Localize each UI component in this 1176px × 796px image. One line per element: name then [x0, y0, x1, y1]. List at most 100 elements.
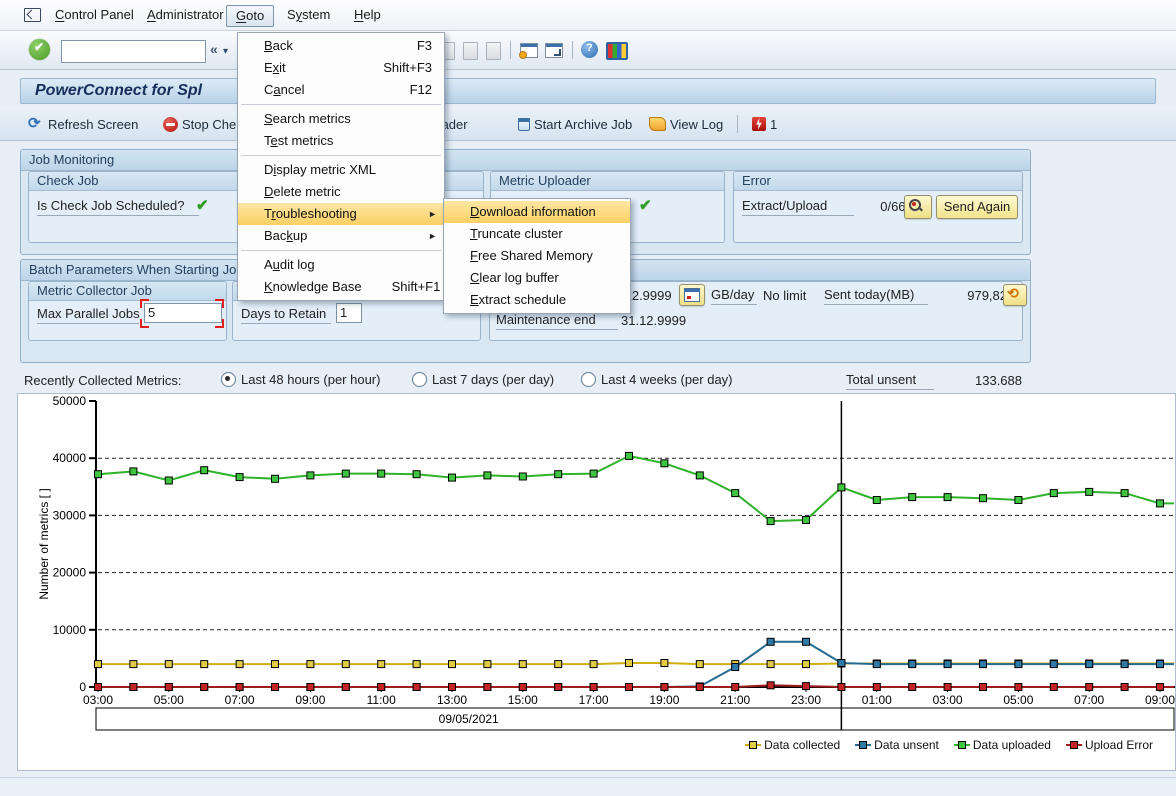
chevron-down-icon[interactable]: ▾: [223, 46, 228, 57]
legend-item-upload-error: Upload Error: [1066, 738, 1153, 752]
menu-separator: [241, 250, 441, 251]
svg-text:03:00: 03:00: [83, 693, 113, 707]
submenu-arrow-icon: ►: [428, 203, 437, 225]
shortcut-text: F12: [380, 79, 432, 101]
submenu-item-clear-log-buffer[interactable]: Clear log buffer: [444, 267, 630, 289]
focus-corner: [140, 319, 149, 328]
create-shortcut-icon[interactable]: [545, 43, 563, 58]
layout-monitor-icon[interactable]: [606, 42, 628, 60]
system-menu-icon[interactable]: [24, 8, 41, 22]
troubleshooting-submenu: Download informationTruncate clusterFree…: [443, 198, 631, 314]
gb-per-day-label: GB/day: [711, 287, 757, 305]
new-session-icon[interactable]: [520, 43, 538, 58]
legend-item-data-unsent: Data unsent: [855, 738, 939, 752]
menu-item-search-metrics[interactable]: Search metrics: [238, 108, 444, 130]
legend-item-data-collected: Data collected: [745, 738, 840, 752]
menubar-item-goto[interactable]: Goto: [226, 5, 274, 27]
job-monitoring-title: Job Monitoring: [21, 150, 1030, 171]
maintenance-end-label: Maintenance end: [496, 312, 618, 330]
command-field[interactable]: ▾: [61, 40, 206, 63]
view-log-button[interactable]: View Log: [649, 114, 723, 134]
orange-loop-icon: ⟲: [1007, 285, 1019, 302]
send-again-button[interactable]: Send Again: [936, 195, 1018, 219]
red-lightning-flag-icon: [752, 117, 766, 131]
resend-button[interactable]: ⟲: [1003, 284, 1027, 306]
submenu-item-extract-schedule[interactable]: Extract schedule: [444, 289, 630, 311]
start-archive-job-button[interactable]: Start Archive Job: [518, 114, 632, 134]
menu-item-back[interactable]: BackF3: [238, 35, 444, 57]
collapse-toolbar-icon[interactable]: «: [210, 41, 218, 57]
menu-item-cancel[interactable]: CancelF12: [238, 79, 444, 101]
refresh-screen-button[interactable]: ⟳ Refresh Screen: [28, 114, 138, 134]
svg-text:50000: 50000: [53, 394, 87, 408]
submenu-item-free-shared-memory[interactable]: Free Shared Memory: [444, 245, 630, 267]
svg-text:07:00: 07:00: [225, 693, 255, 707]
menu-item-display-metric-xml[interactable]: Display metric XML: [238, 159, 444, 181]
stop-icon: [163, 117, 178, 132]
menubar-item-control-panel[interactable]: Control Panel: [46, 5, 143, 25]
toolbar-separator: [510, 41, 511, 59]
menu-item-delete-metric[interactable]: Delete metric: [238, 181, 444, 203]
help-icon[interactable]: [581, 41, 598, 58]
stop-check-button[interactable]: Stop Che: [163, 114, 236, 134]
total-unsent-label: Total unsent: [846, 372, 934, 390]
days-to-retain-label: Days to Retain: [241, 306, 331, 324]
menu-item-test-metrics[interactable]: Test metrics: [238, 130, 444, 152]
radio-last-48-hours-per-hour[interactable]: Last 48 hours (per hour): [221, 372, 380, 387]
magnifier-icon: [909, 199, 921, 211]
svg-text:21:00: 21:00: [720, 693, 750, 707]
error-detail-button[interactable]: [904, 195, 932, 219]
calendar-button[interactable]: [679, 284, 705, 306]
metric-collector-job-title: Metric Collector Job: [29, 282, 226, 301]
max-parallel-jobs-input[interactable]: 5: [144, 303, 222, 323]
radio-last-4-weeks-per-day[interactable]: Last 4 weeks (per day): [581, 372, 733, 387]
menu-item-audit-log[interactable]: Audit log: [238, 254, 444, 276]
command-input[interactable]: [62, 43, 223, 60]
svg-text:09:00: 09:00: [295, 693, 325, 707]
sap-window: Control PanelAdministratorGotoSystem Help…: [0, 0, 1176, 796]
svg-text:05:00: 05:00: [1003, 693, 1033, 707]
extract-upload-label: Extract/Upload: [742, 198, 854, 216]
svg-text:19:00: 19:00: [649, 693, 679, 707]
menu-separator: [241, 155, 441, 156]
days-to-retain-input[interactable]: 1: [336, 303, 362, 323]
focus-corner: [215, 319, 224, 328]
maintenance-end-value: 31.12.9999: [621, 313, 686, 328]
menu-item-knowledge-base[interactable]: Knowledge BaseShift+F1: [238, 276, 444, 298]
enter-check-icon[interactable]: [29, 39, 50, 60]
legend-marker-icon: [1066, 741, 1082, 750]
menu-item-troubleshooting[interactable]: Troubleshooting►: [238, 203, 444, 225]
sent-today-value: 979,82: [961, 288, 1007, 303]
menu-item-backup[interactable]: Backup►: [238, 225, 444, 247]
max-parallel-jobs-label: Max Parallel Jobs: [37, 306, 139, 324]
svg-text:40000: 40000: [53, 451, 87, 465]
recently-collected-label: Recently Collected Metrics:: [24, 373, 182, 388]
error-flag[interactable]: 1: [752, 114, 777, 134]
radio-icon[interactable]: [412, 372, 427, 387]
shortcut-text: F3: [387, 35, 432, 57]
focus-corner: [215, 299, 224, 308]
menubar-item-administrator[interactable]: Administrator: [138, 5, 233, 25]
submenu-item-download-information[interactable]: Download information: [444, 201, 630, 223]
page-bottom-icon[interactable]: [486, 42, 501, 60]
svg-text:03:00: 03:00: [933, 693, 963, 707]
metrics-selector-bar: Recently Collected Metrics: Last 48 hour…: [0, 370, 1176, 392]
shortcut-text: Shift+F1: [362, 276, 441, 298]
gb-per-day-value: No limit: [763, 288, 806, 303]
total-unsent-value: 133.688: [975, 373, 1022, 388]
submenu-arrow-icon: ►: [428, 225, 437, 247]
svg-text:10000: 10000: [53, 623, 87, 637]
menubar-item-system[interactable]: System: [278, 5, 339, 25]
legend-marker-icon: [745, 741, 761, 750]
trash-icon: [518, 118, 530, 131]
radio-icon[interactable]: [221, 372, 236, 387]
submenu-item-truncate-cluster[interactable]: Truncate cluster: [444, 223, 630, 245]
page-title: PowerConnect for Spl: [35, 82, 202, 100]
radio-last-7-days-per-day[interactable]: Last 7 days (per day): [412, 372, 554, 387]
green-check-icon: ✔: [639, 196, 652, 214]
menu-item-exit[interactable]: ExitShift+F3: [238, 57, 444, 79]
menubar-item-help[interactable]: Help: [345, 5, 390, 25]
radio-icon[interactable]: [581, 372, 596, 387]
svg-text:09:00: 09:00: [1145, 693, 1175, 707]
page-down-icon[interactable]: [463, 42, 478, 60]
